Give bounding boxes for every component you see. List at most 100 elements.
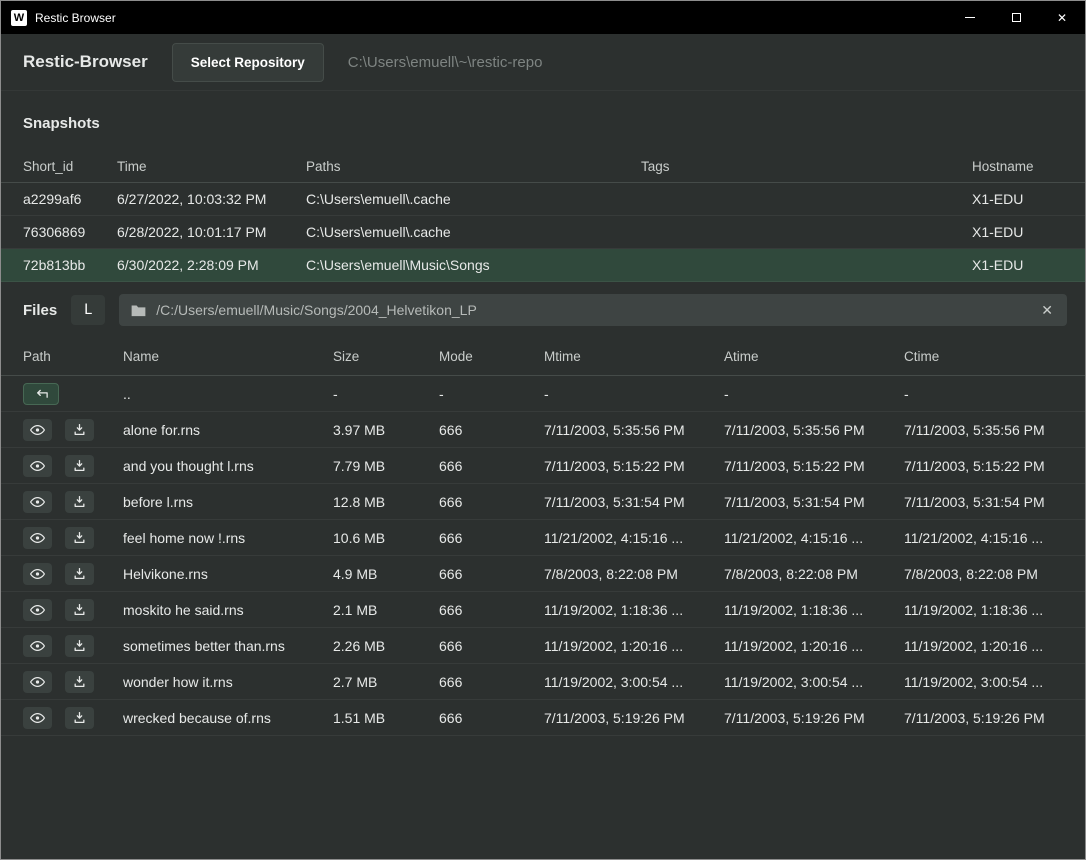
go-up-button[interactable] [23, 383, 59, 405]
file-atime: 7/11/2003, 5:31:54 PM [724, 494, 904, 510]
preview-file-button[interactable] [23, 527, 52, 549]
column-hostname[interactable]: Hostname [972, 159, 1063, 174]
download-file-button[interactable] [65, 599, 94, 621]
parent-dir-size: - [333, 386, 439, 402]
download-file-button[interactable] [65, 635, 94, 657]
column-mode[interactable]: Mode [439, 349, 544, 364]
parent-dir-mtime: - [544, 386, 724, 402]
snapshot-time: 6/27/2022, 10:03:32 PM [117, 191, 306, 207]
file-name: and you thought l.rns [123, 458, 333, 474]
file-row: sometimes better than.rns 2.26 MB 666 11… [1, 628, 1085, 664]
column-tags[interactable]: Tags [641, 159, 972, 174]
download-icon [73, 459, 86, 472]
file-name: before l.rns [123, 494, 333, 510]
close-button[interactable]: ✕ [1039, 1, 1085, 34]
download-file-button[interactable] [65, 707, 94, 729]
snapshot-paths: C:\Users\emuell\Music\Songs [306, 257, 641, 273]
snapshot-row[interactable]: 76306869 6/28/2022, 10:01:17 PM C:\Users… [1, 216, 1085, 249]
column-size[interactable]: Size [333, 349, 439, 364]
eye-icon [30, 676, 45, 688]
download-icon [73, 603, 86, 616]
download-file-button[interactable] [65, 455, 94, 477]
download-icon [73, 675, 86, 688]
download-icon [73, 531, 86, 544]
eye-icon [30, 712, 45, 724]
snapshot-time: 6/30/2022, 2:28:09 PM [117, 257, 306, 273]
file-name: moskito he said.rns [123, 602, 333, 618]
download-file-button[interactable] [65, 419, 94, 441]
minimize-icon [965, 17, 975, 18]
file-atime: 7/11/2003, 5:35:56 PM [724, 422, 904, 438]
snapshot-time: 6/28/2022, 10:01:17 PM [117, 224, 306, 240]
snapshot-row[interactable]: a2299af6 6/27/2022, 10:03:32 PM C:\Users… [1, 183, 1085, 216]
column-short-id[interactable]: Short_id [23, 159, 117, 174]
minimize-button[interactable] [947, 1, 993, 34]
files-section-title: Files [23, 302, 57, 319]
snapshot-paths: C:\Users\emuell\.cache [306, 224, 641, 240]
snapshot-row[interactable]: 72b813bb 6/30/2022, 2:28:09 PM C:\Users\… [1, 249, 1085, 282]
parent-dir-mode: - [439, 386, 544, 402]
snapshot-hostname: X1-EDU [972, 224, 1063, 240]
preview-file-button[interactable] [23, 671, 52, 693]
preview-file-button[interactable] [23, 563, 52, 585]
files-toolbar: Files L /C:/Users/emuell/Music/Songs/200… [1, 282, 1085, 338]
repository-path: C:\Users\emuell\~\restic-repo [348, 54, 543, 71]
titlebar: W Restic Browser ✕ [1, 1, 1085, 34]
column-ctime[interactable]: Ctime [904, 349, 1063, 364]
download-file-button[interactable] [65, 527, 94, 549]
file-size: 3.97 MB [333, 422, 439, 438]
file-ctime: 7/11/2003, 5:19:26 PM [904, 710, 1063, 726]
window-controls: ✕ [947, 1, 1085, 34]
column-time[interactable]: Time [117, 159, 306, 174]
file-name: feel home now !.rns [123, 530, 333, 546]
column-mtime[interactable]: Mtime [544, 349, 724, 364]
file-ctime: 7/11/2003, 5:31:54 PM [904, 494, 1063, 510]
return-up-icon [34, 387, 49, 400]
parent-dir-row[interactable]: .. - - - - - [1, 376, 1085, 412]
preview-file-button[interactable] [23, 599, 52, 621]
preview-file-button[interactable] [23, 635, 52, 657]
file-mode: 666 [439, 710, 544, 726]
preview-file-button[interactable] [23, 419, 52, 441]
column-path[interactable]: Path [23, 349, 123, 364]
list-mode-button[interactable]: L [71, 295, 105, 325]
column-atime[interactable]: Atime [724, 349, 904, 364]
app-window: W Restic Browser ✕ Restic-Browser Select… [0, 0, 1086, 860]
download-icon [73, 495, 86, 508]
select-repository-button[interactable]: Select Repository [172, 43, 324, 82]
file-size: 7.79 MB [333, 458, 439, 474]
file-row: and you thought l.rns 7.79 MB 666 7/11/2… [1, 448, 1085, 484]
file-mode: 666 [439, 458, 544, 474]
file-mtime: 11/21/2002, 4:15:16 ... [544, 530, 724, 546]
file-name: alone for.rns [123, 422, 333, 438]
maximize-button[interactable] [993, 1, 1039, 34]
preview-file-button[interactable] [23, 707, 52, 729]
file-row: wrecked because of.rns 1.51 MB 666 7/11/… [1, 700, 1085, 736]
file-mtime: 11/19/2002, 3:00:54 ... [544, 674, 724, 690]
download-file-button[interactable] [65, 671, 94, 693]
file-ctime: 11/19/2002, 1:20:16 ... [904, 638, 1063, 654]
clear-path-button[interactable]: ✕ [1039, 302, 1055, 319]
file-atime: 7/11/2003, 5:15:22 PM [724, 458, 904, 474]
snapshot-short-id: 72b813bb [23, 257, 117, 273]
preview-file-button[interactable] [23, 491, 52, 513]
preview-file-button[interactable] [23, 455, 52, 477]
snapshot-short-id: a2299af6 [23, 191, 117, 207]
file-mtime: 7/11/2003, 5:35:56 PM [544, 422, 724, 438]
snapshots-section-title: Snapshots [1, 91, 1085, 150]
path-bar[interactable]: /C:/Users/emuell/Music/Songs/2004_Helvet… [119, 294, 1067, 326]
eye-icon [30, 568, 45, 580]
file-row: wonder how it.rns 2.7 MB 666 11/19/2002,… [1, 664, 1085, 700]
file-name: wrecked because of.rns [123, 710, 333, 726]
column-paths[interactable]: Paths [306, 159, 641, 174]
file-size: 2.26 MB [333, 638, 439, 654]
download-file-button[interactable] [65, 491, 94, 513]
column-name[interactable]: Name [123, 349, 333, 364]
file-size: 2.7 MB [333, 674, 439, 690]
file-row: feel home now !.rns 10.6 MB 666 11/21/20… [1, 520, 1085, 556]
download-file-button[interactable] [65, 563, 94, 585]
files-table-header: Path Name Size Mode Mtime Atime Ctime [1, 338, 1085, 376]
file-mode: 666 [439, 530, 544, 546]
app-logo-icon: W [11, 10, 27, 26]
file-ctime: 11/21/2002, 4:15:16 ... [904, 530, 1063, 546]
